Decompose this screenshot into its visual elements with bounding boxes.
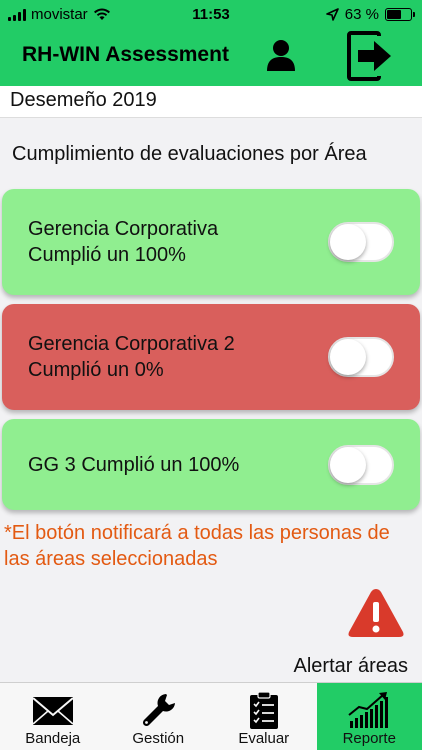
area-compliance: Cumplió un 100%	[28, 244, 186, 266]
area-compliance: Cumplió un 0%	[28, 359, 164, 381]
tab-bandeja[interactable]: Bandeja	[0, 683, 106, 750]
wrench-icon	[143, 694, 176, 727]
envelope-icon	[32, 697, 74, 725]
battery-icon	[385, 8, 415, 21]
tab-evaluar[interactable]: Evaluar	[211, 683, 317, 750]
area-toggle[interactable]	[328, 222, 394, 262]
tab-label: Gestión	[132, 730, 185, 747]
tab-label: Evaluar	[238, 730, 290, 747]
area-card: Gerencia Corporativa Cumplió un 100%	[2, 189, 420, 295]
battery-percent: 63 %	[344, 6, 379, 23]
alert-areas-button[interactable]: Alertar áreas	[294, 655, 409, 678]
status-bar: movistar 11:53 63 %	[0, 0, 422, 30]
user-icon[interactable]	[264, 38, 298, 72]
area-name: Gerencia Corporativa	[28, 218, 219, 240]
tab-reporte[interactable]: Reporte	[316, 683, 422, 750]
toggle-knob	[330, 339, 366, 375]
toggle-knob	[330, 224, 366, 260]
tab-bar: Bandeja Gestión Evaluar Reporte	[0, 682, 422, 750]
area-name: Gerencia Corporativa 2	[28, 333, 235, 355]
area-card: Gerencia Corporativa 2 Cumplió un 0%	[2, 304, 420, 410]
logout-icon[interactable]	[346, 30, 396, 82]
area-toggle[interactable]	[328, 444, 394, 485]
tab-label: Reporte	[342, 730, 396, 747]
toggle-knob	[330, 446, 366, 483]
tab-label: Bandeja	[25, 730, 81, 747]
chart-icon	[348, 692, 389, 728]
app-header: movistar 11:53 63 % RH-WIN Assessment	[0, 0, 422, 86]
period-field[interactable]: Desemeño 2019	[0, 86, 422, 118]
notification-note: *El botón notificará a todas las persona…	[4, 522, 390, 570]
section-title: Cumplimiento de evaluaciones por Área	[12, 143, 367, 165]
area-toggle[interactable]	[328, 337, 394, 377]
warning-icon[interactable]	[346, 586, 406, 640]
app-title: RH-WIN Assessment	[22, 43, 229, 66]
tab-gestion[interactable]: Gestión	[106, 683, 212, 750]
location-icon	[325, 8, 339, 21]
area-name: GG 3 Cumplió un 100%	[28, 453, 240, 476]
area-card: GG 3 Cumplió un 100%	[2, 419, 420, 510]
clipboard-icon	[249, 691, 278, 729]
